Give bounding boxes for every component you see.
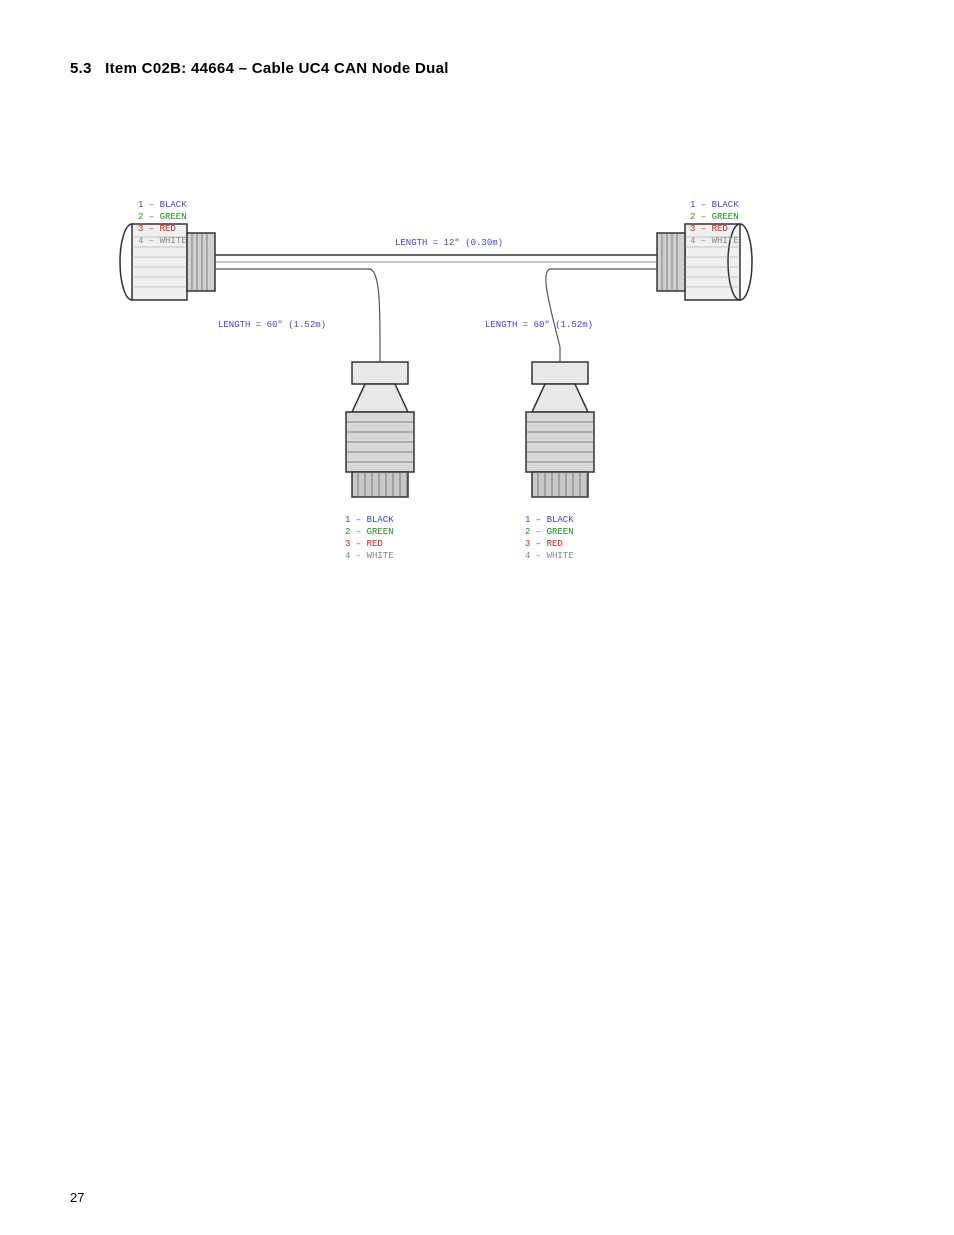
length-bottom-right-label: LENGTH = 60" (1.52m) xyxy=(485,320,593,330)
bottom-right-wire-label-4: 4 – WHITE xyxy=(525,551,574,561)
page: 5.3 Item C02B: 44664 – Cable UC4 CAN Nod… xyxy=(0,0,954,1235)
right-wire-label-1: 1 – BLACK xyxy=(690,200,739,210)
section-number: 5.3 xyxy=(70,60,92,77)
left-wire-label-1: 1 – BLACK xyxy=(138,200,187,210)
right-wire-label-3: 3 – RED xyxy=(690,224,728,234)
diagram-svg: LENGTH = 12" (0.30m) LENGTH = 60" (1.52m… xyxy=(70,107,890,607)
diagram-area: LENGTH = 12" (0.30m) LENGTH = 60" (1.52m… xyxy=(70,107,884,627)
bottom-right-wire-label-2: 2 – GREEN xyxy=(525,527,574,537)
length-bottom-left-label: LENGTH = 60" (1.52m) xyxy=(218,320,326,330)
bottom-left-wire-label-1: 1 – BLACK xyxy=(345,515,394,525)
bottom-left-wire-label-3: 3 – RED xyxy=(345,539,383,549)
bottom-right-wire-label-1: 1 – BLACK xyxy=(525,515,574,525)
length-top-label: LENGTH = 12" (0.30m) xyxy=(395,238,503,248)
right-wire-label-2: 2 – GREEN xyxy=(690,212,739,222)
left-wire-label-2: 2 – GREEN xyxy=(138,212,187,222)
section-heading: Item C02B: 44664 – Cable UC4 CAN Node Du… xyxy=(105,60,449,77)
bottom-right-wire-label-3: 3 – RED xyxy=(525,539,563,549)
bottom-left-wire-label-4: 4 – WHITE xyxy=(345,551,394,561)
right-wire-label-4: 4 – WHITE xyxy=(690,236,739,246)
section-title: 5.3 Item C02B: 44664 – Cable UC4 CAN Nod… xyxy=(70,60,884,77)
left-wire-label-4: 4 – WHITE xyxy=(138,236,187,246)
left-wire-label-3: 3 – RED xyxy=(138,224,176,234)
bottom-left-wire-label-2: 2 – GREEN xyxy=(345,527,394,537)
page-number: 27 xyxy=(70,1190,84,1205)
